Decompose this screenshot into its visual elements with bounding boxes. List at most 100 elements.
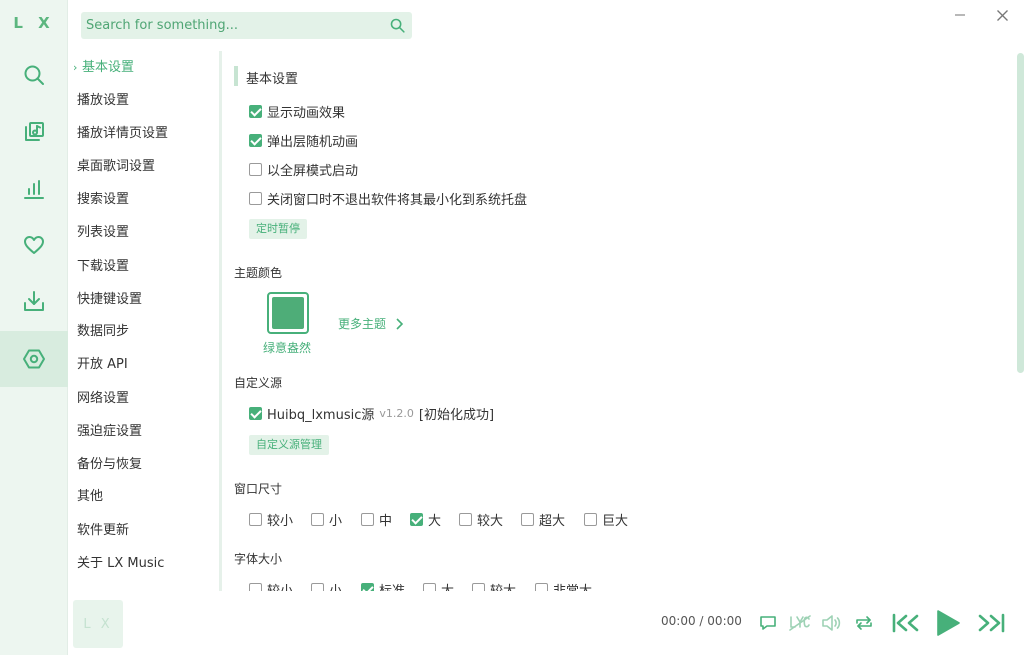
checkbox-show-animation[interactable]: 显示动画效果 xyxy=(249,102,345,121)
desktop-lyric-button[interactable] xyxy=(789,613,811,633)
section-title-font-size: 字体大小 xyxy=(234,552,283,566)
nav-search-button[interactable] xyxy=(0,47,68,103)
checkbox-box xyxy=(521,513,534,526)
album-cover[interactable]: L X xyxy=(73,600,123,648)
checkbox-box xyxy=(311,513,324,526)
checkbox-box xyxy=(361,513,374,526)
app-logo: L X xyxy=(13,14,55,32)
nav-item-playback[interactable]: 播放设置 xyxy=(77,90,129,112)
checkbox-box xyxy=(423,583,436,591)
radio-font-size-xlarge[interactable]: 非常大 xyxy=(535,580,592,591)
more-themes-link[interactable]: 更多主题 xyxy=(338,315,406,332)
checkbox-box xyxy=(311,583,324,591)
play-button[interactable] xyxy=(933,607,963,639)
section-title-window-size: 窗口尺寸 xyxy=(234,482,283,496)
nav-item-desktop-lyric[interactable]: 桌面歌词设置 xyxy=(77,156,155,178)
radio-window-size-smaller[interactable]: 较小 xyxy=(249,510,293,529)
settings-nav: › 基本设置 播放设置 播放详情页设置 桌面歌词设置 搜索设置 列表设置 下载设置… xyxy=(68,51,215,591)
nav-leaderboard-button[interactable] xyxy=(0,161,68,217)
comment-button[interactable] xyxy=(758,613,778,633)
chevron-right-icon xyxy=(396,317,404,330)
nav-item-list[interactable]: 列表设置 xyxy=(77,222,129,244)
previous-track-button[interactable] xyxy=(890,609,922,637)
radio-font-size-small[interactable]: 小 xyxy=(311,580,342,591)
nav-item-basic[interactable]: › 基本设置 xyxy=(73,57,134,79)
radio-window-size-medium[interactable]: 中 xyxy=(361,510,392,529)
content-scrollbar[interactable] xyxy=(1017,53,1024,373)
settings-hexagon-icon xyxy=(23,349,45,369)
theme-color-fill xyxy=(272,297,304,329)
checkbox-box xyxy=(249,407,262,420)
player-bar: L X 00:00 / 00:00 xyxy=(68,591,1024,655)
radio-font-size-standard[interactable]: 标准 xyxy=(361,580,405,591)
radio-font-size-large[interactable]: 大 xyxy=(423,580,454,591)
radio-window-size-xlarge[interactable]: 超大 xyxy=(521,510,565,529)
nav-item-network[interactable]: 网络设置 xyxy=(77,388,129,410)
nav-download-button[interactable] xyxy=(0,273,68,329)
checkbox-box xyxy=(249,134,262,147)
volume-icon xyxy=(822,615,841,631)
radio-window-size-large[interactable]: 大 xyxy=(410,510,441,529)
search-icon xyxy=(24,65,44,85)
chart-bars-icon xyxy=(24,180,44,199)
nav-item-hotkey[interactable]: 快捷键设置 xyxy=(77,289,142,311)
comment-icon xyxy=(760,616,776,630)
checkbox-random-popup-animation[interactable]: 弹出层随机动画 xyxy=(249,131,358,150)
section-title-theme: 主题颜色 xyxy=(234,266,283,280)
nav-settings-button[interactable] xyxy=(0,331,68,387)
checkbox-minimize-to-tray[interactable]: 关闭窗口时不退出软件将其最小化到系统托盘 xyxy=(249,189,527,208)
play-icon xyxy=(937,610,960,636)
skip-next-icon xyxy=(978,613,1005,633)
checkbox-box xyxy=(249,513,262,526)
search-input[interactable] xyxy=(86,18,386,33)
nav-item-other[interactable]: 其他 xyxy=(77,486,103,508)
radio-font-size-larger[interactable]: 较大 xyxy=(472,580,516,591)
radio-window-size-small[interactable]: 小 xyxy=(311,510,342,529)
custom-source-manage-button[interactable]: 自定义源管理 xyxy=(249,435,329,455)
checkbox-custom-source[interactable]: Huibq_lxmusic源 v1.2.0 [初始化成功] xyxy=(249,404,494,423)
nav-item-odc[interactable]: 强迫症设置 xyxy=(77,421,142,443)
checkbox-box xyxy=(249,583,262,591)
section-title-custom-source: 自定义源 xyxy=(234,376,283,390)
repeat-icon xyxy=(856,616,872,630)
checkbox-box xyxy=(472,583,485,591)
section-title-basic: 基本设置 xyxy=(246,72,299,87)
nav-item-backup[interactable]: 备份与恢复 xyxy=(77,454,142,476)
checkbox-box xyxy=(410,513,423,526)
radio-font-size-smaller[interactable]: 较小 xyxy=(249,580,293,591)
volume-button[interactable] xyxy=(820,613,842,633)
search-icon[interactable] xyxy=(389,17,406,34)
nav-item-play-detail[interactable]: 播放详情页设置 xyxy=(77,123,168,145)
loop-mode-button[interactable] xyxy=(853,613,875,633)
radio-window-size-huge[interactable]: 巨大 xyxy=(584,510,628,529)
timer-pause-button[interactable]: 定时暂停 xyxy=(249,219,307,239)
next-track-button[interactable] xyxy=(975,609,1007,637)
chevron-right-icon: › xyxy=(73,61,78,74)
minimize-button[interactable] xyxy=(949,6,971,24)
heart-icon xyxy=(24,236,44,254)
checkbox-box xyxy=(249,192,262,205)
nav-item-open-api[interactable]: 开放 API xyxy=(77,354,128,376)
nav-favorites-button[interactable] xyxy=(0,217,68,273)
nav-songlist-button[interactable] xyxy=(0,104,68,160)
nav-item-update[interactable]: 软件更新 xyxy=(77,520,129,542)
checkbox-fullscreen-start[interactable]: 以全屏模式启动 xyxy=(249,160,358,179)
playback-time: 00:00 / 00:00 xyxy=(661,614,742,628)
checkbox-box xyxy=(249,105,262,118)
checkbox-box xyxy=(459,513,472,526)
nav-item-sync[interactable]: 数据同步 xyxy=(77,321,129,343)
lyric-icon xyxy=(789,615,811,631)
nav-item-about[interactable]: 关于 LX Music xyxy=(77,553,164,575)
close-button[interactable] xyxy=(991,6,1013,24)
close-icon xyxy=(996,9,1008,21)
music-library-icon xyxy=(25,122,44,141)
checkbox-box xyxy=(584,513,597,526)
content-divider xyxy=(219,51,222,591)
checkbox-box xyxy=(249,163,262,176)
checkbox-box xyxy=(535,583,548,591)
skip-previous-icon xyxy=(892,613,919,633)
theme-swatch-current[interactable] xyxy=(267,292,309,334)
nav-item-search[interactable]: 搜索设置 xyxy=(77,189,129,211)
nav-item-download[interactable]: 下载设置 xyxy=(77,256,129,278)
radio-window-size-larger[interactable]: 较大 xyxy=(459,510,503,529)
